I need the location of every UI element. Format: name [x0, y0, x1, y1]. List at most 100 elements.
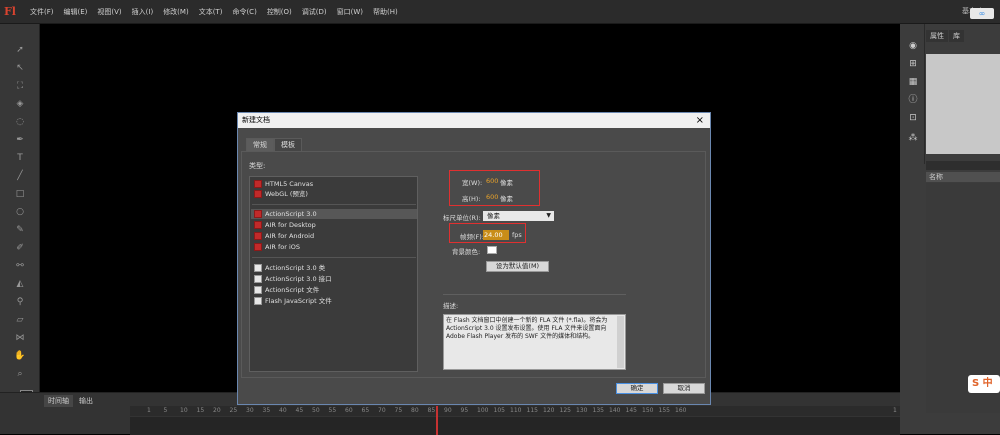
free-transform-tool-icon[interactable]: ⛶ [14, 80, 26, 92]
timeline-tabs: 时间轴 输出 [44, 395, 99, 407]
3d-rotation-tool-icon[interactable]: ◈ [14, 98, 26, 110]
description-scrollbar[interactable] [617, 316, 624, 368]
brush-tool-icon[interactable]: ✐ [14, 242, 26, 254]
color-palette-icon[interactable]: ◉ [907, 40, 919, 52]
bg-color-label: 背景颜色: [452, 248, 481, 256]
ok-button[interactable]: 确定 [616, 383, 658, 394]
pen-tool-icon[interactable]: ✒ [14, 134, 26, 146]
set-default-button[interactable]: 设为默认值(M) [486, 261, 549, 272]
menu-modify[interactable]: 修改(M) [163, 7, 189, 17]
menu-edit[interactable]: 编辑(E) [64, 7, 88, 17]
ruler-label: 45 [295, 407, 304, 414]
panel-dock: ◉ ⊞ ▦ ⓘ ⊡ ⁂ [900, 24, 925, 164]
ruler-label: 35 [262, 407, 271, 414]
type-webgl[interactable]: WebGL (预览) [251, 189, 417, 199]
library-panel: ◉ ⊞ ▦ ⓘ ⊡ ⁂ 属性 库 名称 [900, 24, 1000, 434]
ruler-label: 105 [493, 407, 505, 414]
transform-icon[interactable]: ⊡ [907, 112, 919, 124]
ime-indicator[interactable]: S 中 [968, 375, 1000, 393]
frame-ruler[interactable]: 1 5 10 15 20 25 30 35 40 45 50 55 60 65 70 75 80 85 90 95 10… [130, 406, 900, 416]
library-search-input[interactable] [926, 161, 1000, 170]
dialog-title-bar: 新建文档 [238, 113, 710, 128]
creative-cloud-icon[interactable]: ∞ [970, 8, 994, 19]
main-menu: 文件(F) 编辑(E) 视图(V) 插入(I) 修改(M) 文本(T) 命令(C… [30, 7, 408, 17]
ruler-label: 155 [658, 407, 670, 414]
menu-insert[interactable]: 插入(I) [132, 7, 154, 17]
lasso-tool-icon[interactable]: ◌ [14, 116, 26, 128]
menu-help[interactable]: 帮助(H) [373, 7, 398, 17]
ruler-label: 145 [625, 407, 637, 414]
type-air-desktop[interactable]: AIR for Desktop [251, 220, 417, 230]
type-jsfl-file[interactable]: Flash JavaScript 文件 [251, 296, 417, 306]
bone-tool-icon[interactable]: ⚯ [14, 260, 26, 272]
menu-control[interactable]: 控制(O) [267, 7, 292, 17]
width-tool-icon[interactable]: ⋈ [14, 332, 26, 344]
rectangle-tool-icon[interactable]: □ [14, 188, 26, 200]
height-unit: 像素 [500, 195, 513, 203]
type-actionscript3[interactable]: ActionScript 3.0 [251, 209, 417, 219]
tab-library[interactable]: 库 [949, 30, 964, 42]
ruler-label: 40 [279, 407, 287, 414]
ruler-label: 135 [592, 407, 604, 414]
oval-tool-icon[interactable]: ○ [14, 206, 26, 218]
ruler-label: 25 [229, 407, 238, 414]
components-icon[interactable]: ⁂ [907, 132, 919, 144]
cancel-button[interactable]: 取消 [663, 383, 705, 394]
script-file-icon [254, 297, 262, 305]
menu-view[interactable]: 视图(V) [97, 7, 121, 17]
tab-output[interactable]: 输出 [75, 395, 97, 407]
zoom-tool-icon[interactable]: ⌕ [14, 368, 26, 380]
ruler-label: 125 [559, 407, 571, 414]
ruler-label: 90 [444, 407, 452, 414]
description-text: 在 Flash 文档窗口中创建一个新的 FLA 文件 (*.fla)。将会为 A… [443, 314, 626, 370]
width-label: 宽(W): [462, 179, 483, 187]
subselection-tool-icon[interactable]: ↖ [14, 62, 26, 74]
menu-window[interactable]: 窗口(W) [337, 7, 363, 17]
type-as3-class[interactable]: ActionScript 3.0 类 [251, 263, 417, 273]
library-column-header[interactable]: 名称 [926, 172, 1000, 182]
tab-general[interactable]: 常规 [246, 138, 274, 151]
type-air-ios[interactable]: AIR for iOS [251, 242, 417, 252]
ruler-label: 110 [510, 407, 522, 414]
ruler-label: 160 [675, 407, 687, 414]
info-icon[interactable]: ⓘ [907, 94, 919, 106]
ruler-label: 20 [213, 407, 221, 414]
close-icon[interactable]: × [696, 113, 704, 128]
ruler-label: 120 [543, 407, 555, 414]
bg-color-swatch[interactable] [487, 246, 497, 254]
width-input[interactable]: 600 [486, 177, 498, 185]
tab-timeline[interactable]: 时间轴 [44, 395, 73, 407]
swatches-icon[interactable]: ▦ [907, 76, 919, 88]
ruler-label: 30 [246, 407, 254, 414]
tab-properties[interactable]: 属性 [926, 30, 948, 42]
eyedropper-tool-icon[interactable]: ⚲ [14, 296, 26, 308]
fps-input[interactable]: 24.00 [483, 230, 509, 240]
section-divider [443, 294, 626, 295]
type-as3-interface[interactable]: ActionScript 3.0 接口 [251, 274, 417, 284]
eraser-tool-icon[interactable]: ▱ [14, 314, 26, 326]
menu-commands[interactable]: 命令(C) [232, 7, 256, 17]
dialog-title: 新建文档 [242, 116, 270, 124]
playhead[interactable] [436, 406, 438, 435]
line-tool-icon[interactable]: ╱ [14, 170, 26, 182]
type-html5-canvas[interactable]: HTML5 Canvas [251, 179, 417, 189]
text-tool-icon[interactable]: T [14, 152, 26, 164]
ruler-label: 50 [312, 407, 320, 414]
ruler-label: 15 [196, 407, 205, 414]
menu-text[interactable]: 文本(T) [199, 7, 223, 17]
height-input[interactable]: 600 [486, 193, 498, 201]
align-icon[interactable]: ⊞ [907, 58, 919, 70]
fla-file-icon [254, 232, 262, 240]
hand-tool-icon[interactable]: ✋ [14, 350, 26, 362]
selection-tool-icon[interactable]: ➚ [14, 44, 26, 56]
ruler-label: 140 [609, 407, 621, 414]
menu-file[interactable]: 文件(F) [30, 7, 54, 17]
timeline-frames[interactable] [130, 417, 900, 435]
pencil-tool-icon[interactable]: ✎ [14, 224, 26, 236]
tab-templates[interactable]: 模板 [274, 138, 302, 151]
ruler-units-select[interactable]: 像素 ▼ [483, 211, 554, 221]
paint-bucket-tool-icon[interactable]: ◭ [14, 278, 26, 290]
type-as-file[interactable]: ActionScript 文件 [251, 285, 417, 295]
type-air-android[interactable]: AIR for Android [251, 231, 417, 241]
menu-debug[interactable]: 调试(D) [302, 7, 327, 17]
